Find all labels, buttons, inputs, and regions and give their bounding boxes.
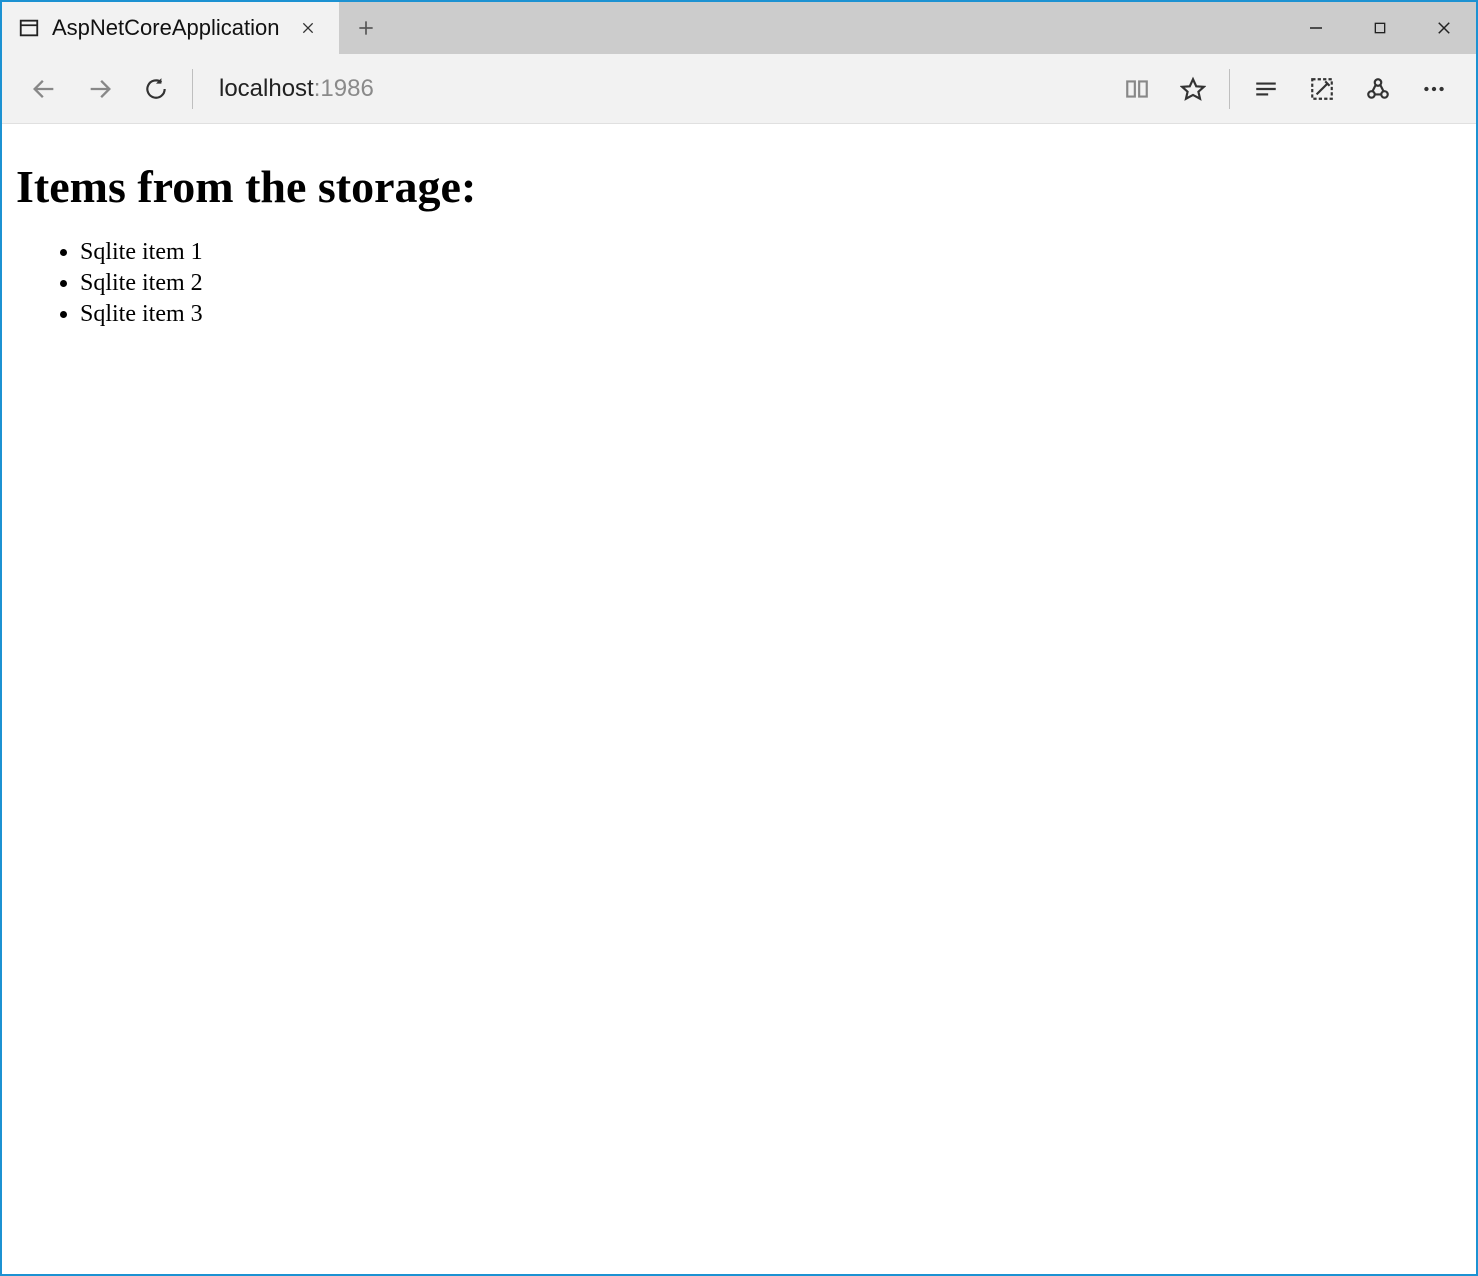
forward-button[interactable] [72, 61, 128, 117]
toolbar-separator-2 [1229, 69, 1230, 109]
items-list: Sqlite item 1 Sqlite item 2 Sqlite item … [16, 237, 1462, 331]
list-item: Sqlite item 2 [80, 268, 1462, 299]
minimize-button[interactable] [1284, 2, 1348, 54]
toolbar-right [1109, 61, 1462, 117]
toolbar-separator [192, 69, 193, 109]
browser-window: AspNetCoreApplication [0, 0, 1478, 1276]
address-bar[interactable]: localhost:1986 [201, 75, 1109, 103]
tab-title: AspNetCoreApplication [52, 15, 279, 41]
web-note-icon[interactable] [1294, 61, 1350, 117]
page-heading: Items from the storage: [16, 160, 1462, 213]
list-item: Sqlite item 1 [80, 237, 1462, 268]
new-tab-button[interactable] [340, 2, 392, 54]
more-icon[interactable] [1406, 61, 1462, 117]
titlebar: AspNetCoreApplication [2, 2, 1476, 54]
close-tab-button[interactable] [291, 11, 325, 45]
address-port: :1986 [314, 75, 374, 102]
reading-view-icon[interactable] [1109, 61, 1165, 117]
maximize-button[interactable] [1348, 2, 1412, 54]
back-button[interactable] [16, 61, 72, 117]
toolbar: localhost:1986 [2, 54, 1476, 124]
browser-tab-active[interactable]: AspNetCoreApplication [2, 2, 340, 54]
close-window-button[interactable] [1412, 2, 1476, 54]
list-item: Sqlite item 3 [80, 299, 1462, 330]
share-icon[interactable] [1350, 61, 1406, 117]
page-icon [18, 17, 40, 39]
favorites-icon[interactable] [1165, 61, 1221, 117]
address-host: localhost [219, 75, 314, 102]
page-content: Items from the storage: Sqlite item 1 Sq… [2, 124, 1476, 1274]
hub-icon[interactable] [1238, 61, 1294, 117]
window-controls [1284, 2, 1476, 54]
refresh-button[interactable] [128, 61, 184, 117]
